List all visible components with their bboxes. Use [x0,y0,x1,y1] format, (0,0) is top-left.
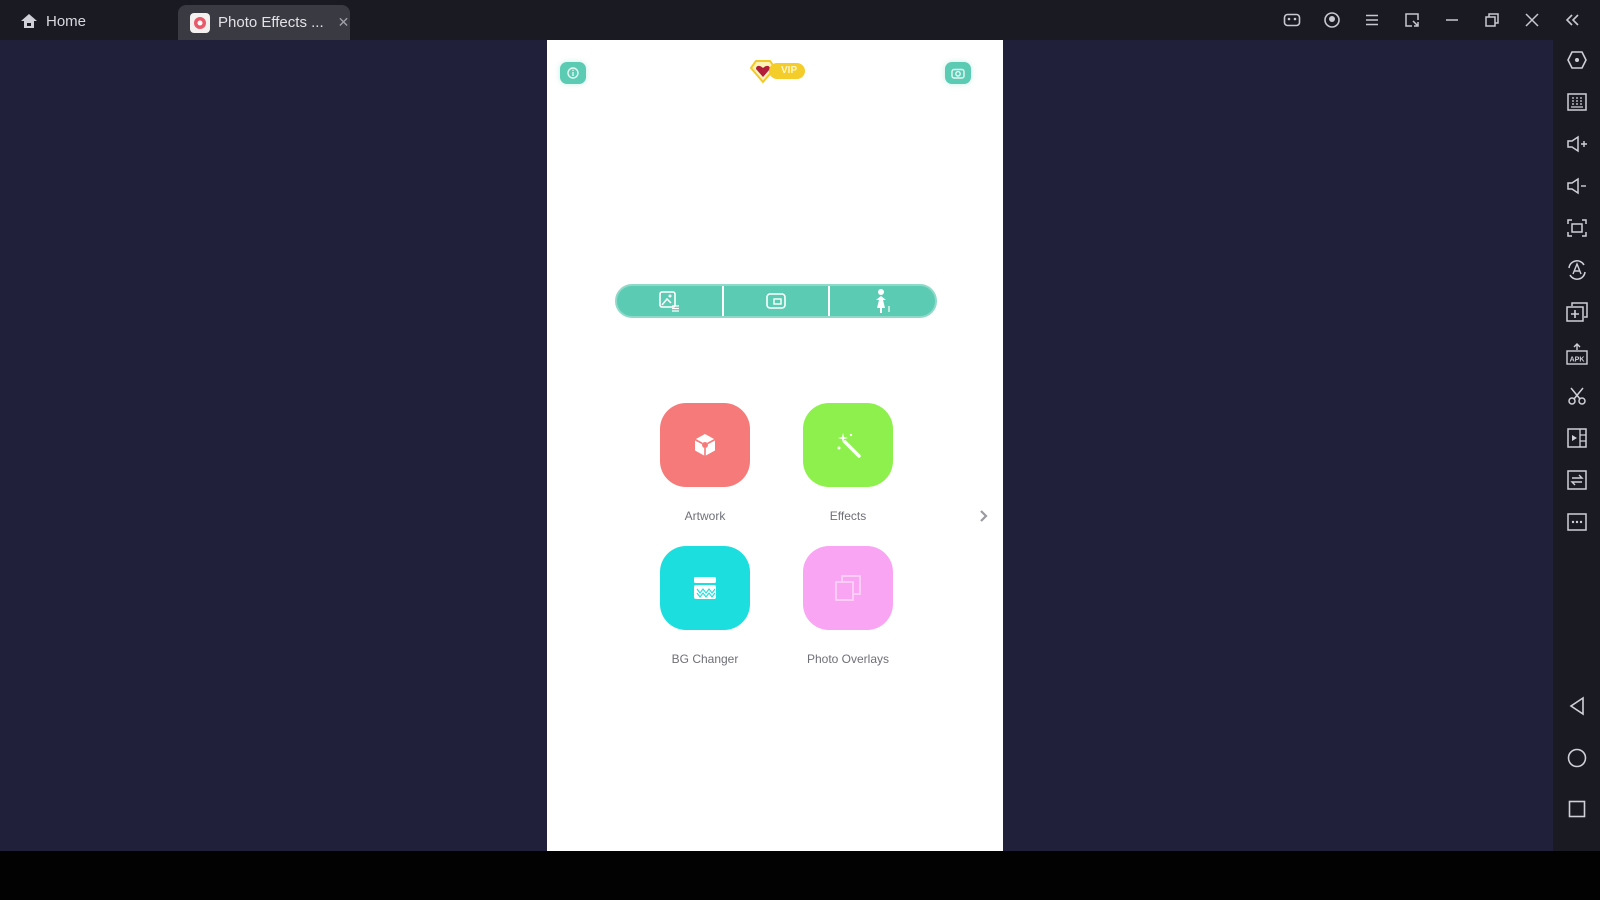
chevron-right-icon[interactable] [979,509,989,528]
svg-text:APK: APK [1569,357,1584,364]
install-apk-icon[interactable]: APK [1553,339,1600,369]
minimize-icon[interactable] [1432,0,1472,40]
more-icon[interactable] [1553,507,1600,537]
resize-window-icon[interactable] [1392,0,1432,40]
android-screen[interactable]: VIP Artwork Effects BG Changer Photo Ove… [547,40,1003,851]
segment-pip[interactable] [721,286,829,316]
volume-up-icon[interactable] [1553,129,1600,159]
tile-label: Effects [829,509,867,523]
screenshot-cut-icon[interactable] [1553,381,1600,411]
app-icon [190,12,210,33]
person-figure-icon [875,289,890,313]
vip-badge[interactable]: VIP [749,57,806,85]
info-icon[interactable] [560,62,586,84]
tile-photo-overlays-icon-bg [803,546,893,630]
tile-label: Photo Overlays [806,652,890,666]
tile-bg-changer[interactable]: BG Changer [660,546,750,666]
home-circle-icon[interactable] [1553,743,1600,773]
overlay-layers-icon [835,575,861,601]
bg-changer-icon [694,577,716,599]
picture-in-picture-icon [766,293,786,309]
menu-icon[interactable] [1352,0,1392,40]
settings-hexagon-icon[interactable] [1553,45,1600,75]
vip-label: VIP [769,63,806,79]
magic-wand-icon [837,433,861,458]
tab-photo-effects[interactable]: Photo Effects ... ✕ [178,5,350,40]
tab-home[interactable]: Home [20,8,86,34]
fullscreen-icon[interactable] [1553,213,1600,243]
close-icon[interactable]: ✕ [338,14,350,31]
tile-artwork[interactable]: Artwork [660,403,750,523]
close-window-icon[interactable] [1512,0,1552,40]
segment-person[interactable] [828,286,935,316]
tile-bg-changer-icon-bg [660,546,750,630]
bottom-black-band [0,851,1600,900]
tile-artwork-icon-bg [660,403,750,487]
sync-icon[interactable] [1553,465,1600,495]
back-icon[interactable] [1553,691,1600,721]
rotate-auto-icon[interactable] [1553,255,1600,285]
tile-photo-overlays[interactable]: Photo Overlays [803,546,893,666]
tile-label: Artwork [684,509,726,523]
tile-effects[interactable]: Effects [803,403,893,523]
window-controls [1272,0,1592,40]
recents-icon[interactable] [1553,794,1600,824]
keyboard-icon[interactable] [1553,87,1600,117]
multi-instance-icon[interactable] [1553,297,1600,327]
tab-label: Photo Effects ... [218,14,324,31]
segment-gallery[interactable] [617,286,722,316]
emulator-sidebar: APK [1553,40,1600,851]
tab-home-label: Home [46,12,87,30]
title-bar: Home Photo Effects ... ✕ [0,0,1600,40]
tile-effects-icon-bg [803,403,893,487]
gallery-edit-icon [659,291,680,312]
collapse-sidebar-icon[interactable] [1552,0,1592,40]
tile-label: BG Changer [671,652,739,666]
camera-icon[interactable] [945,62,971,84]
account-icon[interactable] [1312,0,1352,40]
gamepad-icon[interactable] [1272,0,1312,40]
volume-down-icon[interactable] [1553,171,1600,201]
artwork-cube-icon [694,434,716,456]
mode-segmented-control [615,284,937,318]
home-icon [21,14,37,28]
restore-icon[interactable] [1472,0,1512,40]
screen-record-icon[interactable] [1553,423,1600,453]
